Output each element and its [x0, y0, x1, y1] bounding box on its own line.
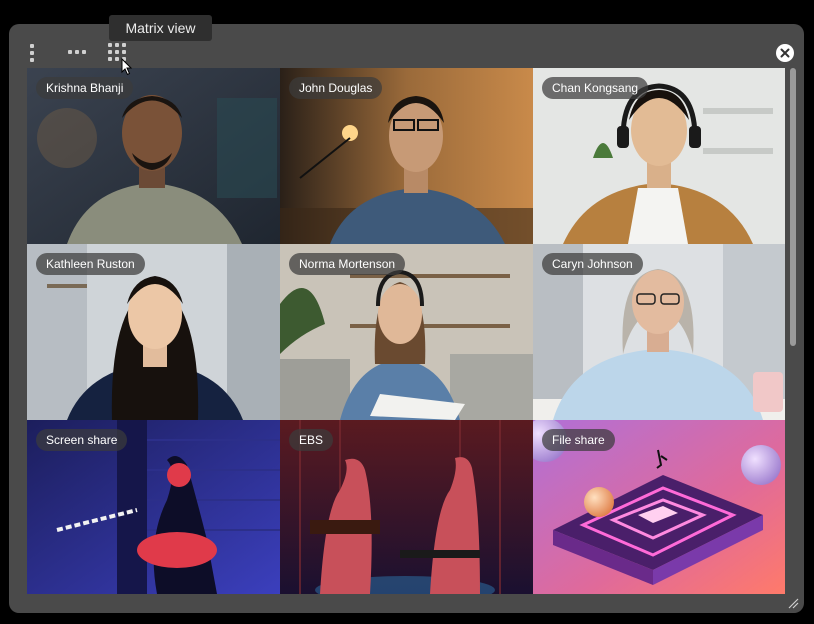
participant-name: Kathleen Ruston — [36, 253, 145, 275]
matrix-view-tooltip: Matrix view — [109, 15, 212, 41]
close-icon — [780, 48, 790, 58]
matrix-view-icon — [108, 43, 112, 47]
horizontal-view-button[interactable] — [68, 48, 88, 56]
file-share-tile[interactable]: File share — [533, 420, 785, 594]
horizontal-view-icon — [68, 50, 72, 54]
close-button[interactable] — [776, 44, 794, 62]
participant-tile[interactable]: Norma Mortenson — [280, 244, 533, 420]
share-label: File share — [542, 429, 615, 451]
screen-share-tile[interactable]: Screen share — [27, 420, 280, 594]
share-label: EBS — [289, 429, 334, 451]
vertical-view-button[interactable] — [28, 44, 36, 62]
participant-tile[interactable]: John Douglas — [280, 68, 533, 244]
participant-name: Chan Kongsang — [542, 77, 649, 99]
resize-grip-icon[interactable] — [786, 596, 800, 610]
mouse-cursor-icon — [121, 58, 133, 76]
scrollbar[interactable] — [790, 68, 796, 346]
vertical-view-icon — [30, 44, 34, 48]
participant-tile[interactable]: Krishna Bhanji — [27, 68, 280, 244]
participant-tile[interactable]: Caryn Johnson — [533, 244, 785, 420]
participant-tile[interactable]: Chan Kongsang — [533, 68, 785, 244]
participant-name: Caryn Johnson — [542, 253, 643, 275]
share-label: Screen share — [36, 429, 128, 451]
participant-name: Krishna Bhanji — [36, 77, 134, 99]
participant-name: John Douglas — [289, 77, 383, 99]
participant-tile[interactable]: Kathleen Ruston — [27, 244, 280, 420]
video-grid: Krishna Bhanji John Douglas Chan Kongsan… — [27, 68, 785, 594]
ebs-tile[interactable]: EBS — [280, 420, 533, 594]
participant-name: Norma Mortenson — [289, 253, 406, 275]
